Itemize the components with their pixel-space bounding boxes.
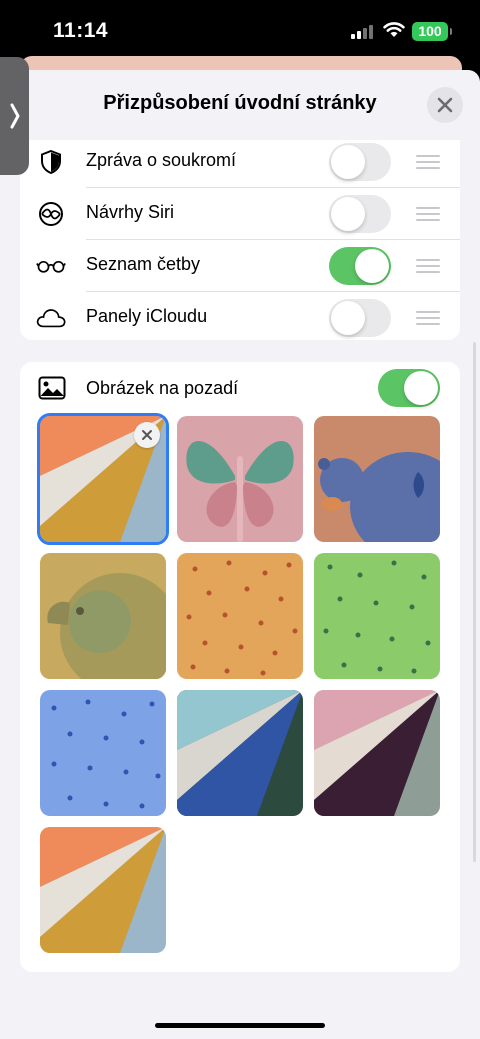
cloud-icon (36, 304, 66, 332)
section-label: Návrhy Siri (86, 202, 175, 222)
background-image-row: Obrázek na pozadí (20, 362, 460, 414)
cellular-signal-icon (351, 25, 375, 39)
section-label: Zpráva o soukromí (86, 150, 237, 170)
reading-list-toggle[interactable] (329, 247, 391, 285)
wallpaper-pattern-orange[interactable] (177, 553, 303, 679)
privacy-report-toggle[interactable] (329, 143, 391, 181)
section-label: Seznam četby (86, 254, 201, 274)
background-image-label: Obrázek na pozadí (86, 378, 239, 398)
wallpaper-parrot-olive[interactable] (40, 553, 166, 679)
wallpaper-bear-blue[interactable] (314, 416, 440, 542)
background-image-toggle[interactable] (378, 369, 440, 407)
siri-suggestions-toggle[interactable] (329, 195, 391, 233)
close-icon (437, 97, 453, 113)
section-row-siri: Návrhy Siri (20, 188, 460, 240)
section-row-icloud-tabs: Panely iCloudu (20, 292, 460, 344)
scrollbar[interactable] (473, 342, 476, 862)
remove-wallpaper-button[interactable] (134, 422, 160, 448)
wallpaper-paper-fold-orange-2[interactable] (40, 827, 166, 953)
siri-icon (36, 200, 66, 228)
section-label: Panely iCloudu (86, 306, 208, 326)
status-bar: 11:14 100 (0, 0, 480, 62)
section-row-reading-list: Seznam četby (20, 240, 460, 292)
reorder-handle-icon[interactable] (416, 311, 440, 325)
wallpaper-paper-fold-teal[interactable] (177, 690, 303, 816)
reorder-handle-icon[interactable] (416, 259, 440, 273)
glasses-icon (36, 252, 66, 280)
close-button[interactable] (427, 87, 463, 123)
close-icon (142, 430, 152, 440)
wallpaper-pattern-green[interactable] (314, 553, 440, 679)
wallpaper-paper-fold-orange[interactable] (37, 413, 169, 545)
sections-list: Zpráva o soukromí Návrhy Siri Seznam čet… (20, 140, 460, 340)
wallpaper-paper-fold-plum[interactable] (314, 690, 440, 816)
home-indicator[interactable] (155, 1023, 325, 1028)
side-tab[interactable] (0, 57, 29, 175)
battery-indicator: 100 (412, 22, 452, 41)
photo-icon (38, 376, 66, 405)
wifi-icon (383, 21, 405, 43)
sheet-title: Přizpůsobení úvodní stránky (103, 92, 377, 114)
background-image-card: Obrázek na pozadí (20, 362, 460, 972)
customize-start-page-sheet: Přizpůsobení úvodní stránky Zpráva o sou… (0, 70, 480, 1039)
section-row-privacy: Zpráva o soukromí (20, 136, 460, 188)
status-time: 11:14 (53, 19, 109, 42)
reorder-handle-icon[interactable] (416, 155, 440, 169)
sheet-header: Přizpůsobení úvodní stránky (0, 70, 480, 140)
icloud-tabs-toggle[interactable] (329, 299, 391, 337)
chevron-right-icon (10, 103, 19, 129)
wallpaper-pattern-blue[interactable] (40, 690, 166, 816)
reorder-handle-icon[interactable] (416, 207, 440, 221)
wallpaper-butterfly-pink[interactable] (177, 416, 303, 542)
shield-icon (36, 148, 66, 176)
